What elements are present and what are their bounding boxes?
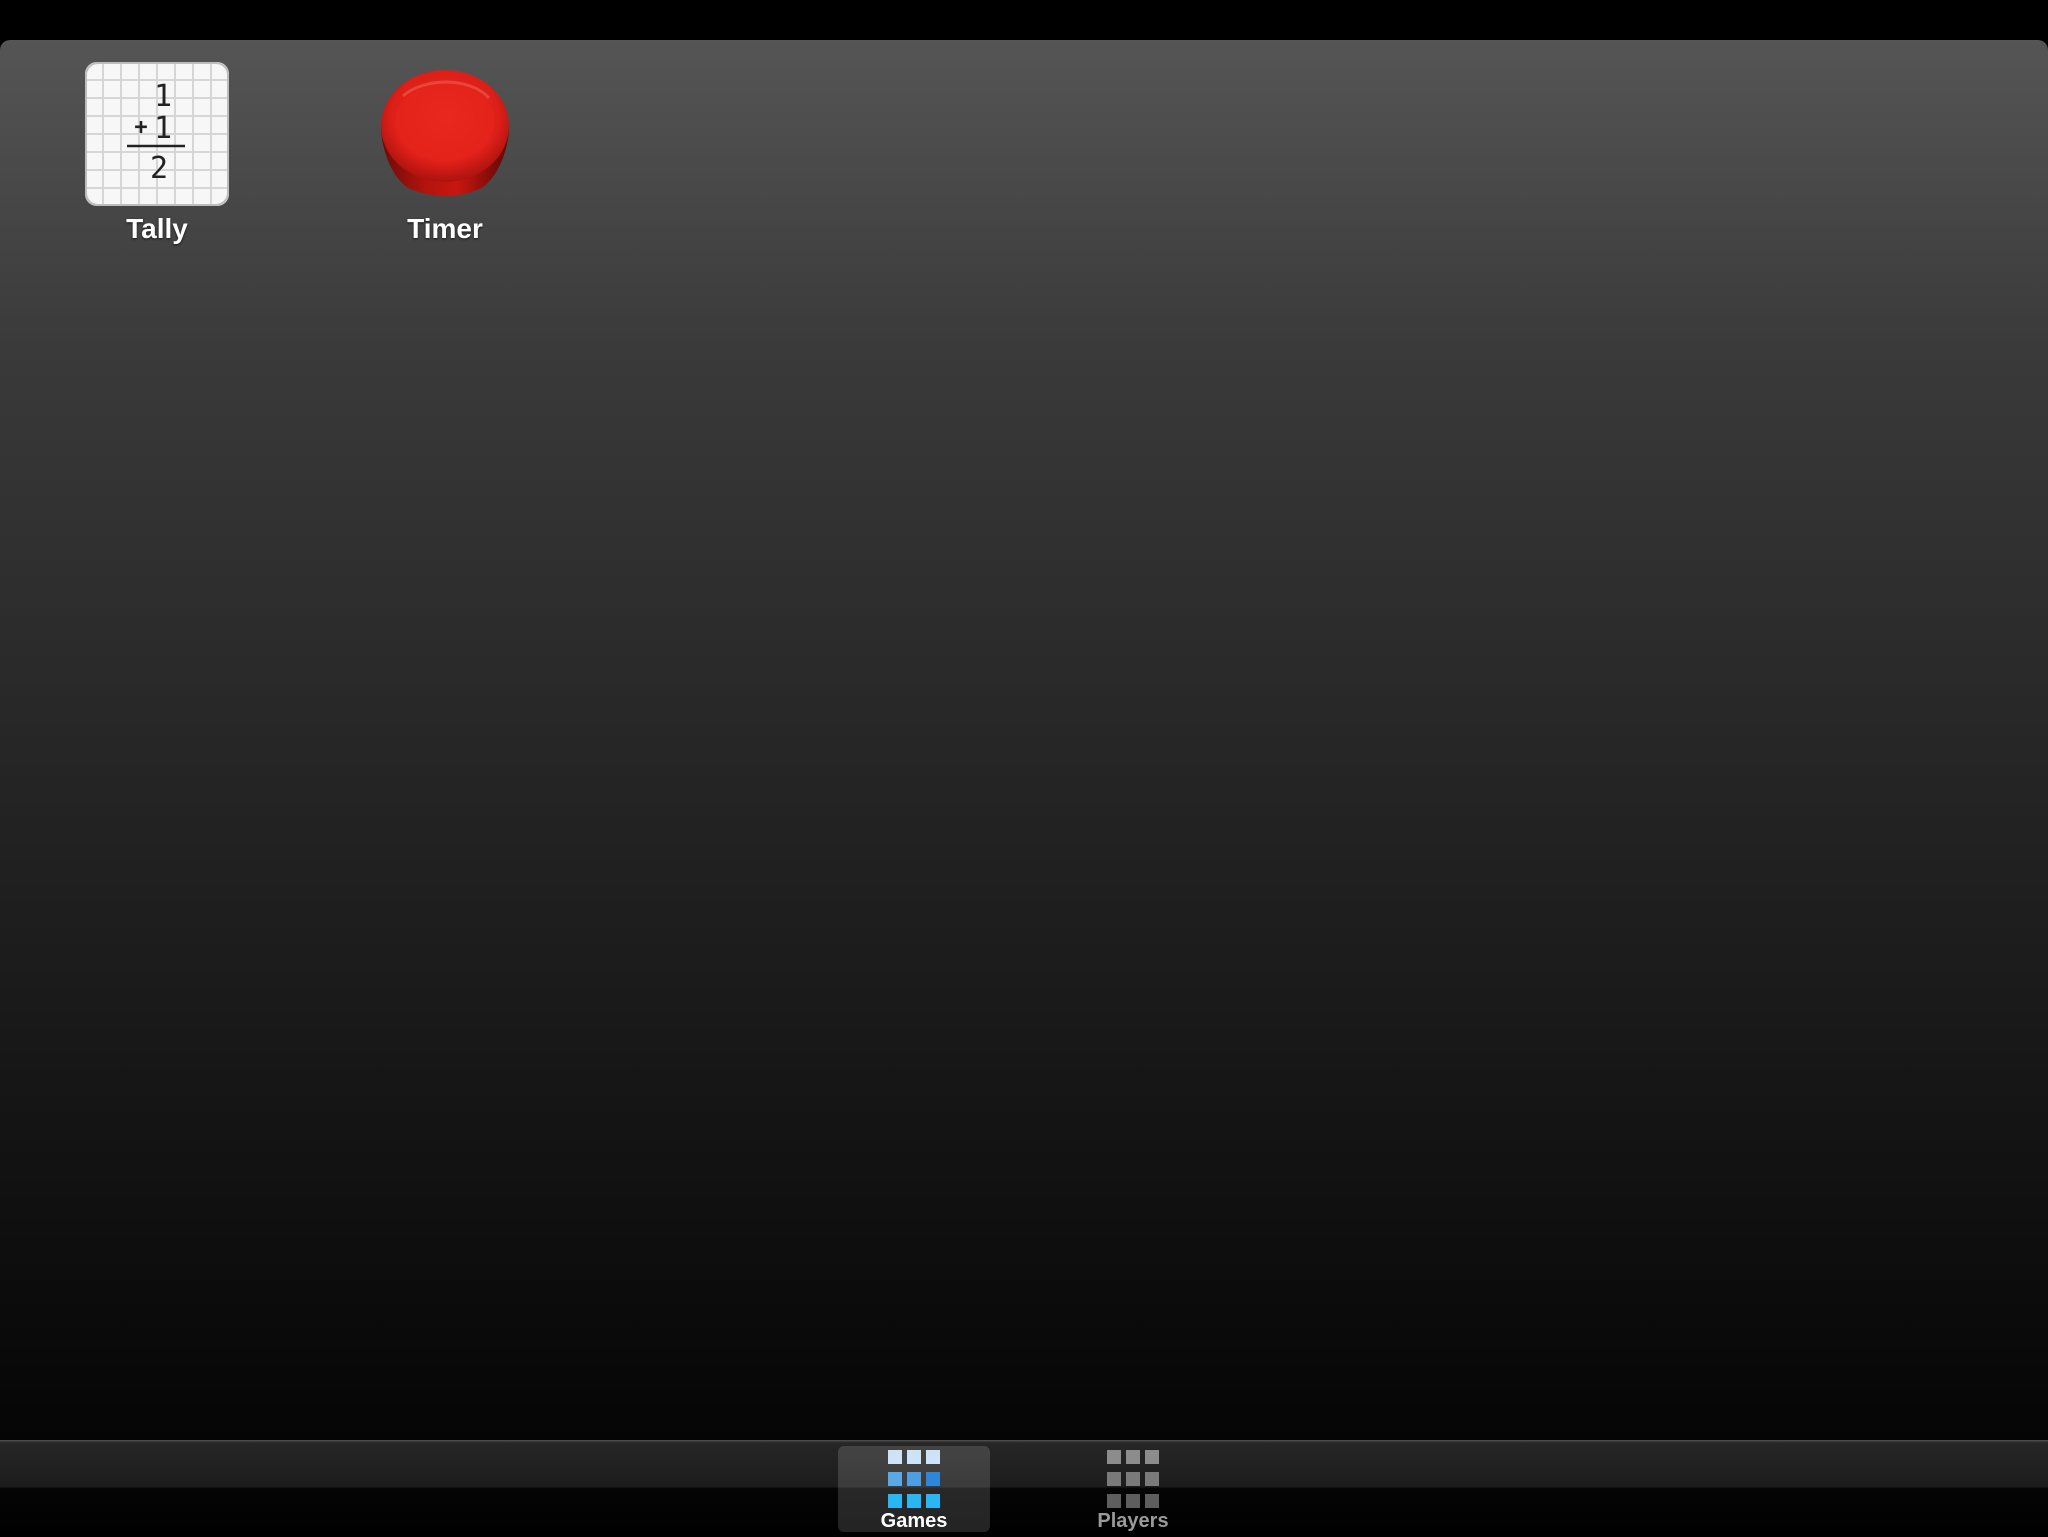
grid-icon xyxy=(1107,1450,1159,1508)
tally-digit-middle: 1 xyxy=(154,111,172,146)
tally-digit-top: 1 xyxy=(154,79,172,114)
app-timer[interactable]: Timer xyxy=(350,62,540,246)
status-bar xyxy=(0,0,2048,40)
grid-icon xyxy=(888,1450,940,1508)
home-screen: 1 + 1 2 Tally Timer xyxy=(0,40,2048,1440)
app-tally[interactable]: 1 + 1 2 Tally xyxy=(62,62,252,246)
tab-players[interactable]: Players xyxy=(1057,1446,1209,1532)
tab-games[interactable]: Games xyxy=(838,1446,990,1532)
app-label-tally: Tally xyxy=(126,213,188,244)
app-label-timer: Timer xyxy=(407,213,483,244)
tab-bar: Games Players xyxy=(0,1440,2048,1537)
tab-label-games: Games xyxy=(880,1510,948,1532)
tab-label-players: Players xyxy=(1097,1510,1169,1532)
tally-operator: + xyxy=(134,115,147,140)
red-button-icon xyxy=(381,70,509,196)
tally-sheet-icon: 1 + 1 2 xyxy=(85,62,229,206)
tally-digit-result: 2 xyxy=(150,151,168,186)
